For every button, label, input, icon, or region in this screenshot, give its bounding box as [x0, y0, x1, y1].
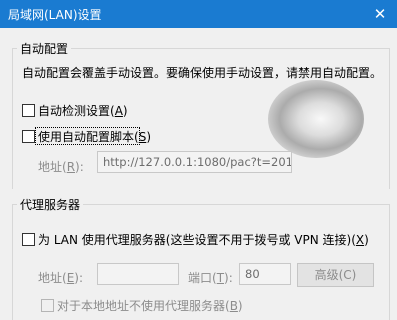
title-bar: 局域网(LAN)设置 ✕ — [0, 0, 397, 28]
lan-settings-dialog: 局域网(LAN)设置 ✕ 自动配置 自动配置会覆盖手动设置。要确保使用手动设置，… — [0, 0, 397, 320]
auto-detect-label[interactable]: 自动检测设置(A) — [38, 102, 128, 119]
auto-config-description: 自动配置会覆盖手动设置。要确保使用手动设置，请禁用自动配置。 — [22, 66, 383, 80]
window-title: 局域网(LAN)设置 — [8, 8, 102, 22]
bypass-local-checkbox[interactable] — [41, 299, 54, 312]
use-config-script-label[interactable]: 使用自动配置脚本(S) — [38, 128, 151, 145]
auto-config-group-title: 自动配置 — [17, 40, 72, 57]
proxy-port-label: 端口(T): — [188, 271, 233, 285]
proxy-address-label: 地址(E): — [38, 271, 84, 285]
use-proxy-label[interactable]: 为 LAN 使用代理服务器(这些设置不用于拨号或 VPN 连接)(X) — [38, 231, 369, 248]
script-address-field[interactable]: http://127.0.0.1:1080/pac?t=201512: — [97, 151, 292, 173]
proxy-address-field[interactable] — [97, 263, 179, 285]
disc-decoration — [268, 80, 364, 158]
close-icon: ✕ — [373, 5, 387, 23]
use-config-script-checkbox[interactable] — [22, 130, 35, 143]
advanced-button[interactable]: 高级(C) — [297, 263, 374, 287]
proxy-group-title: 代理服务器 — [17, 196, 84, 213]
script-address-label: 地址(R): — [38, 160, 84, 174]
auto-detect-checkbox[interactable] — [22, 104, 35, 117]
use-proxy-checkbox[interactable] — [22, 233, 35, 246]
bypass-local-label[interactable]: 对于本地地址不使用代理服务器(B) — [57, 297, 243, 314]
close-button[interactable]: ✕ — [363, 0, 397, 28]
proxy-port-field[interactable]: 80 — [239, 263, 291, 285]
